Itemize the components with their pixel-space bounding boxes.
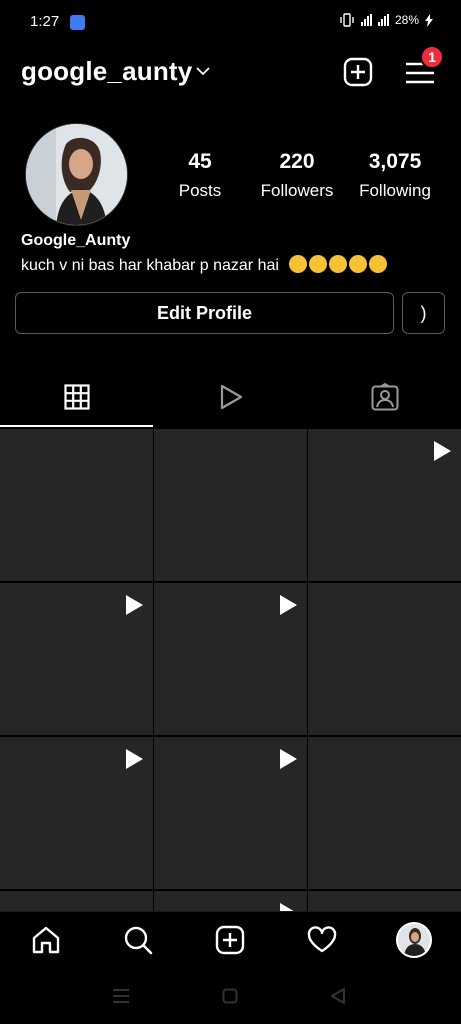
heart-icon [307,926,337,953]
grid-post[interactable] [0,737,153,889]
reels-icon [220,384,242,410]
active-tab-indicator [0,425,153,427]
grid-post[interactable] [0,891,153,911]
edit-profile-button[interactable]: Edit Profile [15,292,394,334]
home-icon [32,926,60,954]
grid-post[interactable] [154,583,307,735]
followers-count: 220 [279,150,315,173]
followers-label: Followers [260,181,334,200]
reel-play-icon [434,441,451,461]
discover-people-button[interactable]: ) [402,292,445,334]
create-icon [215,925,245,955]
back-icon[interactable] [330,988,346,1004]
search-icon [124,926,153,955]
grid-post[interactable] [154,429,307,581]
beaming-emoji-icon [349,255,368,273]
bio: kuch v ni bas har khabar p nazar hai [21,255,389,275]
grid-post[interactable] [0,583,153,735]
nav-home[interactable] [28,922,64,958]
chevron-down-icon[interactable] [196,66,210,76]
reel-play-icon [280,595,297,615]
grimacing-emoji-icon [289,255,308,273]
yum-emoji-icon [309,255,328,273]
grid-post[interactable] [154,891,307,911]
home-button-icon[interactable] [222,988,238,1004]
signal-icon [360,14,372,26]
grid-post[interactable] [154,737,307,889]
followers-stat[interactable]: 220 Followers [254,150,340,201]
grid-post[interactable] [308,891,461,911]
nav-profile[interactable] [396,922,432,958]
system-nav-bar [0,968,461,1024]
posts-stat[interactable]: 45 Posts [170,150,230,201]
bottom-nav [0,911,461,968]
nav-activity[interactable] [304,922,340,958]
following-stat[interactable]: 3,075 Following [352,150,438,201]
tab-tagged[interactable] [308,376,461,426]
status-time: 1:27 [30,13,60,30]
grid-icon [63,384,90,410]
recents-icon[interactable] [112,988,130,1004]
charging-icon [425,13,433,27]
username-switcher[interactable]: google_aunty [21,56,192,87]
following-count: 3,075 [368,150,422,173]
app-notification-icon [70,15,85,30]
avatar-photo [26,124,127,225]
nav-search[interactable] [120,922,156,958]
posts-grid [0,429,461,911]
reel-play-icon [280,749,297,769]
bio-text: kuch v ni bas har khabar p nazar hai [21,257,279,274]
posts-count: 45 [188,150,212,173]
status-bar: 1:27 28% [0,0,461,44]
battery-text: 28% [394,13,419,27]
grid-post[interactable] [308,429,461,581]
profile-avatar[interactable] [25,123,128,226]
posts-label: Posts [178,181,222,200]
signal-2-icon [377,14,389,26]
display-name: Google_Aunty [21,232,131,249]
grid-post[interactable] [308,737,461,889]
new-post-button[interactable] [343,57,373,87]
profile-header: google_aunty [0,52,461,92]
profile-avatar-small [396,922,432,958]
grid-post[interactable] [0,429,153,581]
status-icons: 28% [339,13,433,27]
tongue-emoji-icon [369,255,388,273]
reel-play-icon [126,595,143,615]
notification-badge: 1 [420,45,444,69]
nav-create[interactable] [212,922,248,958]
reel-play-icon [280,903,294,911]
grinning-emoji-icon [329,255,348,273]
tab-posts[interactable] [0,376,153,426]
tab-reels[interactable] [154,376,307,426]
tagged-icon [371,383,398,411]
following-label: Following [359,181,431,200]
vibrate-icon [340,13,354,27]
reel-play-icon [126,749,143,769]
grid-post[interactable] [308,583,461,735]
